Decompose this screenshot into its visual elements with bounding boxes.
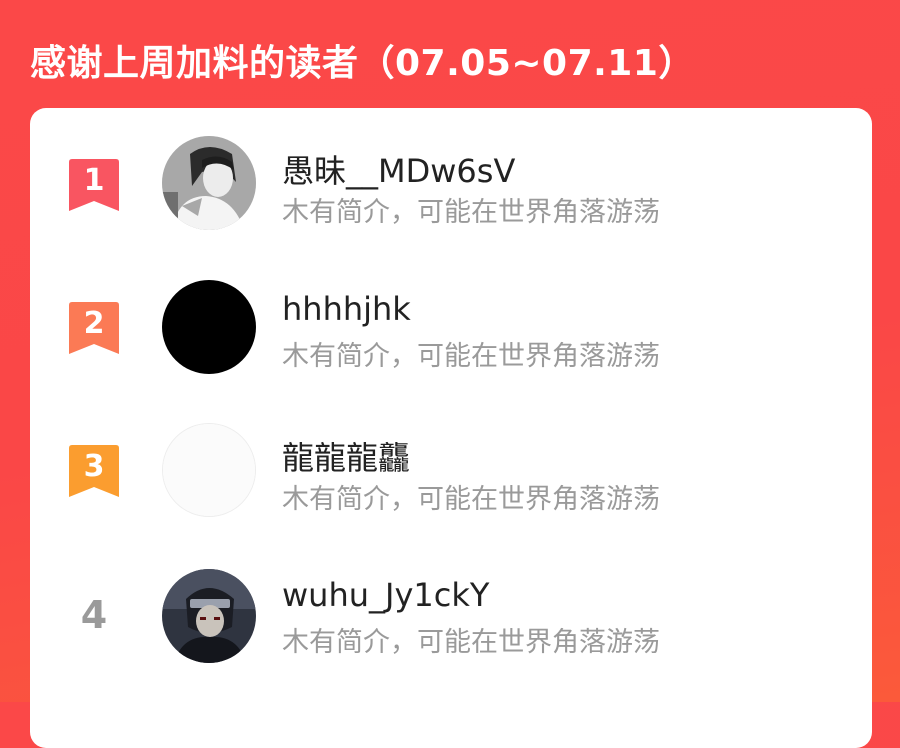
reader-username[interactable]: hhhhjhk [282, 290, 411, 328]
reader-row[interactable]: 1 愚昧__MDw6sV 木有简介，可能在世界角落游荡 [30, 123, 872, 263]
rank-number: 1 [84, 163, 105, 198]
rank-2-ribbon-icon: 2 [69, 302, 119, 354]
reader-row[interactable]: 2 hhhhjhk 木有简介，可能在世界角落游荡 [30, 266, 872, 406]
reader-username[interactable]: wuhu_Jy1ckY [282, 576, 489, 614]
reader-list-card: 1 愚昧__MDw6sV 木有简介，可能在世界角落游荡 2 hhhhjhk 木有… [30, 108, 872, 748]
reader-bio: 木有简介，可能在世界角落游荡 [282, 627, 660, 658]
reader-row[interactable]: 4 wuhu_Jy1ckY 木有简介，可能在世界角落游荡 [30, 552, 872, 692]
reader-bio: 木有简介，可能在世界角落游荡 [282, 341, 660, 372]
reader-username[interactable]: 愚昧__MDw6sV [282, 146, 515, 192]
reader-bio: 木有简介，可能在世界角落游荡 [282, 197, 660, 228]
rank-number: 2 [84, 306, 105, 341]
rank-1-ribbon-icon: 1 [69, 159, 119, 211]
rank-number: 4 [80, 593, 108, 637]
avatar[interactable] [162, 569, 256, 663]
avatar[interactable] [162, 280, 256, 374]
reader-username[interactable]: 龍龍龍龘 [282, 433, 410, 479]
rank-3-ribbon-icon: 3 [69, 445, 119, 497]
reader-row[interactable]: 3 龍龍龍龘 木有简介，可能在世界角落游荡 [30, 409, 872, 549]
avatar[interactable] [162, 423, 256, 517]
avatar[interactable] [162, 136, 256, 230]
page-title: 感谢上周加料的读者（07.05~07.11） [30, 43, 695, 84]
rank-number: 3 [84, 449, 105, 484]
reader-bio: 木有简介，可能在世界角落游荡 [282, 484, 660, 515]
